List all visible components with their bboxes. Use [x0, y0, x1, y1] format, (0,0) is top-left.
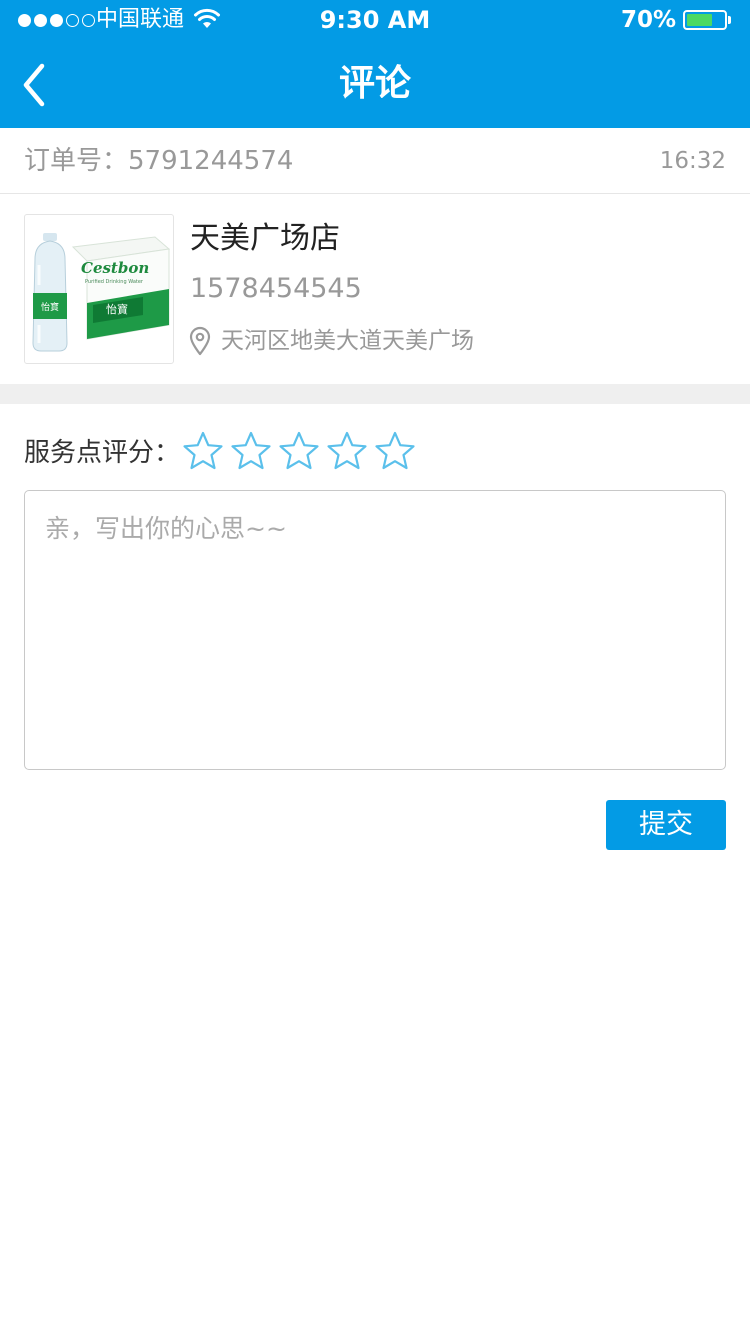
svg-text:Cestbon: Cestbon [81, 259, 149, 277]
star-rating[interactable] [182, 430, 416, 472]
submit-button[interactable]: 提交 [606, 800, 726, 850]
svg-text:怡寶: 怡寶 [41, 301, 59, 313]
store-address: 天河区地美大道天美广场 [221, 328, 474, 354]
rating-label: 服务点评分： [24, 438, 181, 468]
store-card: 怡寶 Cestbon Purified Drinking Water 怡寶 天美… [0, 194, 750, 384]
section-divider [0, 384, 750, 404]
battery-percent: 70% [620, 7, 676, 33]
star-icon[interactable] [230, 430, 272, 472]
status-bar: 中国联通 9:30 AM 70% [0, 0, 750, 40]
svg-text:怡寶: 怡寶 [106, 302, 128, 316]
comment-input[interactable] [24, 490, 726, 770]
store-name: 天美广场店 [190, 221, 340, 256]
product-image: 怡寶 Cestbon Purified Drinking Water 怡寶 [24, 214, 174, 364]
star-icon[interactable] [182, 430, 224, 472]
order-time: 16:32 [659, 148, 726, 174]
order-info-row: 订单号：5791244574 16:32 [0, 128, 750, 194]
order-number: 订单号：5791244574 [24, 146, 294, 176]
battery-tip [728, 16, 731, 24]
svg-text:Purified Drinking Water: Purified Drinking Water [85, 279, 144, 285]
battery-icon [683, 10, 727, 30]
store-phone: 1578454545 [190, 273, 362, 304]
star-icon[interactable] [326, 430, 368, 472]
star-icon[interactable] [374, 430, 416, 472]
star-icon[interactable] [278, 430, 320, 472]
page-title: 评论 [338, 63, 411, 104]
location-pin-icon [189, 326, 211, 356]
nav-bar: 中国联通 9:30 AM 70% 评论 [0, 0, 750, 128]
